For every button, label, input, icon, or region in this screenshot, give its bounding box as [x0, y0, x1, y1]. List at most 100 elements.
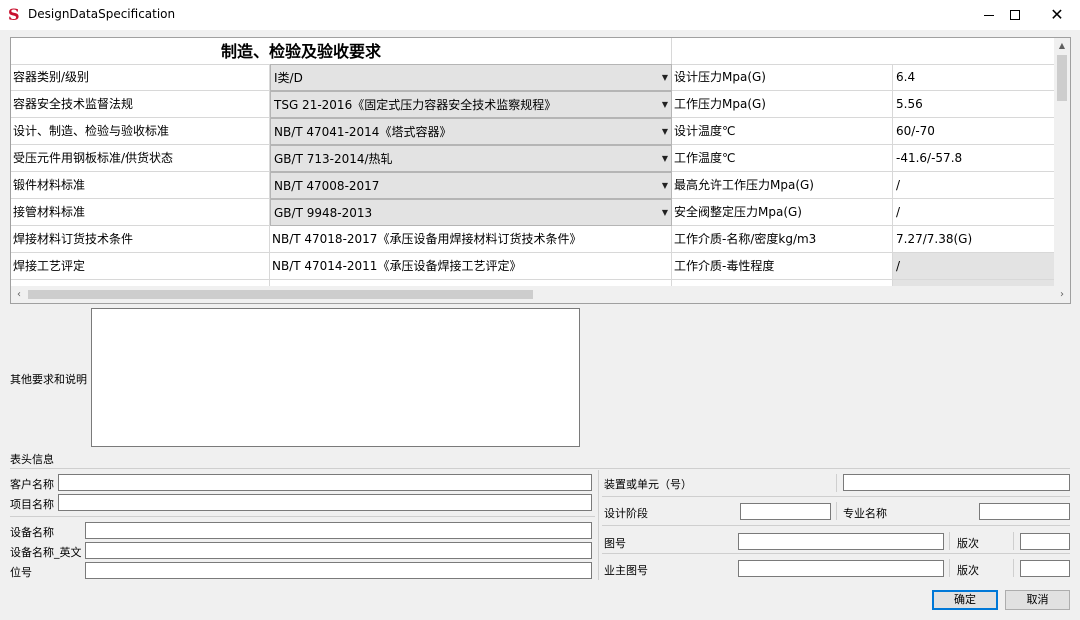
- dropdown-arrow-icon[interactable]: ▼: [662, 173, 668, 198]
- scroll-up-icon[interactable]: ▲: [1054, 38, 1070, 54]
- owner-drawing-separator: [949, 559, 950, 577]
- dropdown-arrow-icon[interactable]: ▼: [662, 146, 668, 171]
- drawing-separator: [949, 532, 950, 550]
- param-value-cell[interactable]: 60/-70: [893, 118, 1055, 145]
- grid-row: 锻件材料标准 NB/T 47008-2017 ▼ 最高允许工作压力Mpa(G) /: [11, 172, 1055, 199]
- header-info-divider: [10, 468, 1070, 469]
- tag-no-field[interactable]: [85, 562, 592, 579]
- spec-label-cell: 受压元件用钢板标准/供货状态: [11, 145, 270, 172]
- title-bar: S DesignDataSpecification ✕: [0, 0, 1080, 30]
- grid-header-row: 制造、检验及验收要求: [11, 38, 1055, 65]
- close-button[interactable]: ✕: [1034, 0, 1080, 30]
- cancel-button[interactable]: 取消: [1005, 590, 1070, 610]
- remarks-textarea[interactable]: [91, 308, 580, 447]
- vertical-scroll-thumb[interactable]: [1057, 55, 1067, 101]
- spec-label-cell: 接管材料标准: [11, 199, 270, 226]
- ok-button[interactable]: 确定: [932, 590, 998, 610]
- revision-separator: [1013, 532, 1014, 550]
- grid-row: 容器安全技术监督法规 TSG 21-2016《固定式压力容器安全技术监察规程》 ▼ 工…: [11, 91, 1055, 118]
- unit-field[interactable]: [843, 474, 1070, 491]
- maximize-icon: [1010, 10, 1020, 20]
- project-name-field[interactable]: [58, 494, 592, 511]
- spec-value-combo[interactable]: GB/T 713-2014/热轧 ▼: [270, 145, 672, 172]
- dropdown-arrow-icon[interactable]: ▼: [662, 65, 668, 90]
- spec-label-cell: 容器安全技术监督法规: [11, 91, 270, 118]
- app-logo-icon: S: [8, 5, 20, 24]
- tag-no-label: 位号: [10, 566, 32, 579]
- grid-row: 容器类别/级别 Ⅰ类/D ▼ 设计压力Mpa(G) 6.4: [11, 64, 1055, 91]
- spec-value-text: GB/T 713-2014/热轧: [274, 152, 393, 166]
- param-value-cell[interactable]: 5.56: [893, 91, 1055, 118]
- param-value-cell[interactable]: 6.4: [893, 64, 1055, 91]
- spec-value-combo[interactable]: GB/T 9948-2013 ▼: [270, 199, 672, 226]
- grid-row: 受压元件用钢板标准/供货状态 GB/T 713-2014/热轧 ▼ 工作温度℃ -41.…: [11, 145, 1055, 172]
- maximize-button[interactable]: [992, 0, 1038, 30]
- param-label-cell: 工作介质-毒性程度: [672, 253, 893, 280]
- owner-revision-separator: [1013, 559, 1014, 577]
- param-label-cell: 设计温度℃: [672, 118, 893, 145]
- equipment-name-en-field[interactable]: [85, 542, 592, 559]
- unit-separator: [836, 474, 837, 492]
- spec-value-cell[interactable]: NB/T 47018-2017《承压设备用焊接材料订货技术条件》: [270, 226, 672, 253]
- param-value-cell[interactable]: -41.6/-57.8: [893, 145, 1055, 172]
- customer-name-field[interactable]: [58, 474, 592, 491]
- design-stage-field[interactable]: [740, 503, 831, 520]
- spec-value-text: NB/T 47008-2017: [274, 179, 380, 193]
- grid-row: 焊接材料订货技术条件 NB/T 47018-2017《承压设备用焊接材料订货技术条…: [11, 226, 1055, 253]
- spec-value-text: NB/T 47041-2014《塔式容器》: [274, 125, 452, 139]
- equipment-name-label: 设备名称: [10, 526, 54, 539]
- scroll-left-icon[interactable]: ‹: [11, 286, 27, 303]
- equipment-name-en-label: 设备名称_英文: [10, 546, 82, 559]
- grid-body: 制造、检验及验收要求 容器类别/级别 Ⅰ类/D ▼ 设计压力Mpa(G) 6.4 容器安全…: [11, 38, 1055, 287]
- spec-label-cell: 锻件材料标准: [11, 172, 270, 199]
- spec-grid[interactable]: 制造、检验及验收要求 容器类别/级别 Ⅰ类/D ▼ 设计压力Mpa(G) 6.4 容器安全…: [10, 37, 1071, 304]
- spec-value-text: NB/T 47018-2017《承压设备用焊接材料订货技术条件》: [272, 232, 582, 246]
- spec-value-combo[interactable]: Ⅰ类/D ▼: [270, 64, 672, 91]
- revision-field[interactable]: [1020, 533, 1070, 550]
- owner-drawing-no-label: 业主图号: [604, 564, 648, 577]
- grid-row: 焊接工艺评定 NB/T 47014-2011《承压设备焊接工艺评定》 工作介质-毒性…: [11, 253, 1055, 280]
- spec-value-text: NB/T 47014-2011《承压设备焊接工艺评定》: [272, 259, 522, 273]
- design-stage-label: 设计阶段: [604, 507, 648, 520]
- param-label-cell: 最高允许工作压力Mpa(G): [672, 172, 893, 199]
- remarks-label: 其他要求和说明: [10, 373, 87, 386]
- close-icon: ✕: [1050, 5, 1064, 24]
- owner-drawing-no-field[interactable]: [738, 560, 944, 577]
- spec-value-combo[interactable]: NB/T 47041-2014《塔式容器》 ▼: [270, 118, 672, 145]
- header-info-label: 表头信息: [10, 453, 54, 466]
- spec-value-combo[interactable]: TSG 21-2016《固定式压力容器安全技术监察规程》 ▼: [270, 91, 672, 118]
- drawing-no-label: 图号: [604, 537, 626, 550]
- window-title: DesignDataSpecification: [28, 7, 176, 21]
- dropdown-arrow-icon[interactable]: ▼: [662, 119, 668, 144]
- spec-value-text: GB/T 9948-2013: [274, 206, 373, 220]
- grid-section-title: 制造、检验及验收要求: [11, 38, 672, 65]
- param-value-cell[interactable]: 7.27/7.38(G): [893, 226, 1055, 253]
- vertical-scrollbar[interactable]: ▲: [1054, 38, 1070, 287]
- scroll-right-icon[interactable]: ›: [1054, 286, 1070, 303]
- drawing-no-field[interactable]: [738, 533, 944, 550]
- param-value-cell[interactable]: /: [893, 172, 1055, 199]
- equipment-name-field[interactable]: [85, 522, 592, 539]
- customer-name-label: 客户名称: [10, 478, 54, 491]
- column-divider: [598, 470, 599, 580]
- spec-value-cell[interactable]: NB/T 47014-2011《承压设备焊接工艺评定》: [270, 253, 672, 280]
- grid-header-blank: [672, 38, 1055, 65]
- param-value-cell[interactable]: /: [893, 253, 1055, 280]
- dropdown-arrow-icon[interactable]: ▼: [662, 92, 668, 117]
- left-divider-1: [10, 516, 595, 517]
- owner-revision-field[interactable]: [1020, 560, 1070, 577]
- project-name-label: 项目名称: [10, 498, 54, 511]
- horizontal-scrollbar[interactable]: ‹ ›: [11, 286, 1070, 303]
- horizontal-scroll-thumb[interactable]: [28, 290, 533, 299]
- spec-label-cell: 容器类别/级别: [11, 64, 270, 91]
- param-value-cell[interactable]: /: [893, 199, 1055, 226]
- right-divider-2: [602, 525, 1070, 526]
- spec-value-combo[interactable]: NB/T 47008-2017 ▼: [270, 172, 672, 199]
- grid-section-title-text: 制造、检验及验收要求: [220, 42, 381, 61]
- discipline-field[interactable]: [979, 503, 1070, 520]
- dropdown-arrow-icon[interactable]: ▼: [662, 200, 668, 225]
- spec-label-cell: 焊接工艺评定: [11, 253, 270, 280]
- param-label-cell: 工作温度℃: [672, 145, 893, 172]
- spec-label-cell: 设计、制造、检验与验收标准: [11, 118, 270, 145]
- revision-label: 版次: [957, 537, 979, 550]
